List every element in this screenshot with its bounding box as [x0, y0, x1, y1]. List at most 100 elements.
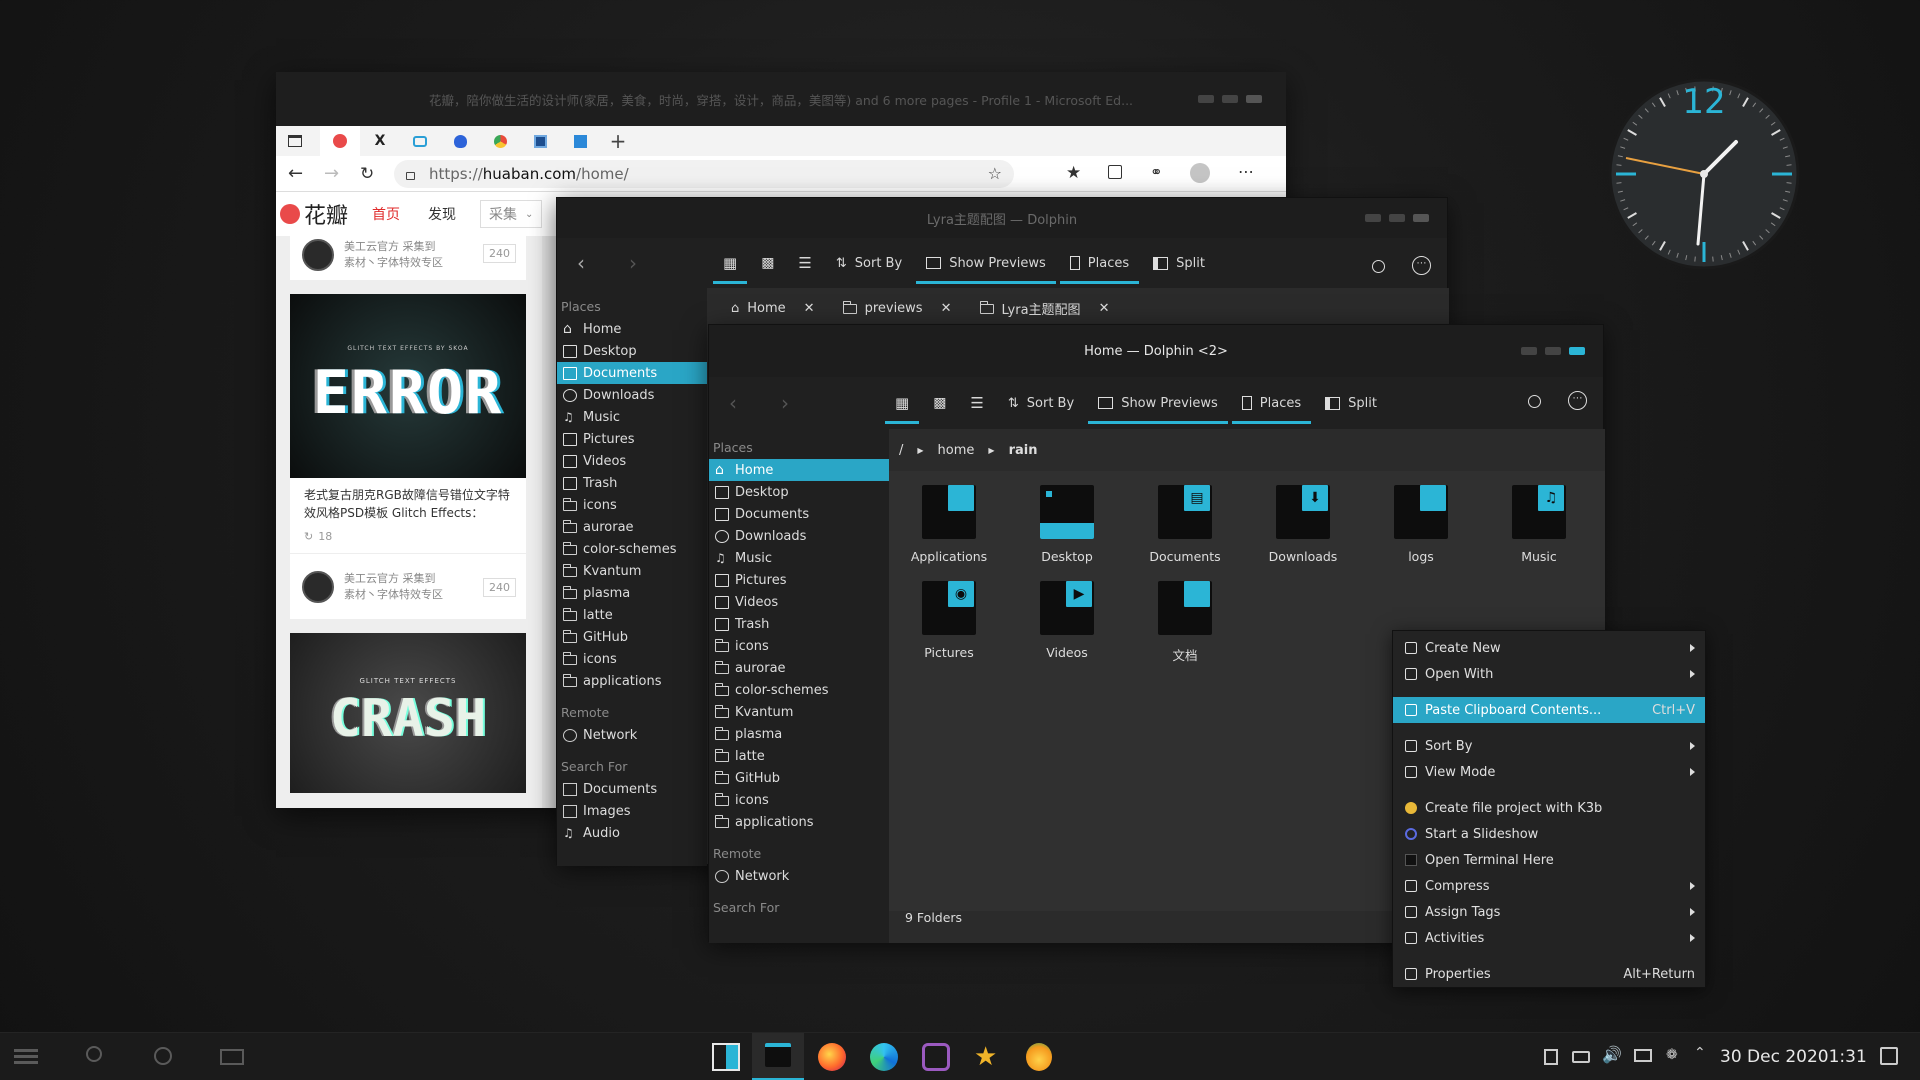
sidebar-item-color-schemes[interactable]: color-schemes [557, 538, 707, 560]
tray-expand-icon[interactable]: ⌃ [1694, 1045, 1706, 1061]
taskbar-app-firefox[interactable] [818, 1043, 846, 1071]
tab-2[interactable]: X [360, 133, 400, 149]
task-view-icon[interactable] [220, 1049, 244, 1065]
show-previews-button[interactable]: Show Previews [916, 246, 1056, 284]
split-button[interactable]: Split [1143, 246, 1215, 280]
tab-actions-icon[interactable] [288, 135, 302, 147]
menu-item-terminal[interactable]: Open Terminal Here [1393, 847, 1705, 873]
network-icon[interactable]: ❁ [1666, 1047, 1678, 1063]
file-item[interactable]: 文档 [1135, 581, 1235, 671]
nav-home[interactable]: 首页 [372, 204, 400, 224]
menu-item-properties[interactable]: Properties Alt+Return [1393, 961, 1705, 987]
app-launcher-icon[interactable] [14, 1049, 38, 1065]
sidebar-item-network[interactable]: Network [557, 724, 707, 746]
sidebar-item-music[interactable]: ♫ Music [557, 406, 707, 428]
menu-item-file-new[interactable]: Create New [1393, 635, 1705, 661]
display-icon[interactable] [1634, 1049, 1652, 1062]
tab-5[interactable] [480, 134, 520, 148]
collections-icon[interactable] [1108, 165, 1122, 179]
sidebar-item-github[interactable]: GitHub [709, 767, 889, 789]
profile-avatar[interactable] [1190, 163, 1210, 183]
sidebar-item-home[interactable]: ⌂ Home [557, 318, 707, 340]
sort-by-button[interactable]: ⇅ Sort By [826, 246, 912, 280]
file-item[interactable]: ♫ Music [1489, 485, 1589, 575]
sidebar-item-kvantum[interactable]: Kvantum [709, 701, 889, 723]
sidebar-item-downloads[interactable]: Downloads [709, 525, 889, 547]
pin-board[interactable]: 素材丶字体特效专区 [344, 255, 443, 271]
close-button[interactable] [1246, 95, 1262, 103]
tab-close-icon[interactable]: ✕ [941, 301, 952, 316]
notifications-icon[interactable] [1880, 1047, 1898, 1065]
sidebar-item-videos[interactable]: Videos [709, 591, 889, 613]
sidebar-item-aurorae[interactable]: aurorae [709, 657, 889, 679]
sidebar-item-desktop[interactable]: Desktop [557, 340, 707, 362]
sidebar-item-network[interactable]: Network [709, 865, 889, 887]
sidebar-item-desktop[interactable]: Desktop [709, 481, 889, 503]
pin-owner-row[interactable]: 美工云官方 采集到 素材丶字体特效专区 240 [290, 236, 526, 280]
favorite-add-icon[interactable]: ☆ [988, 164, 1002, 183]
menu-icon[interactable]: ⋯ [1412, 256, 1431, 275]
more-menu-icon[interactable]: ⋯ [1238, 162, 1254, 181]
pin-image[interactable]: GLITCH TEXT EFFECTS CRASH [290, 633, 526, 793]
sidebar-item-trash[interactable]: Trash [709, 613, 889, 635]
menu-item-activities[interactable]: Activities [1393, 925, 1705, 951]
menu-item-sort[interactable]: Sort By [1393, 733, 1705, 759]
maximize-button[interactable] [1545, 347, 1561, 355]
search-icon[interactable] [1528, 395, 1541, 408]
menu-icon[interactable]: ⋯ [1568, 391, 1587, 410]
taskbar-app-github[interactable] [922, 1043, 950, 1071]
sidebar-item-latte[interactable]: latte [557, 604, 707, 626]
maximize-button[interactable] [1389, 214, 1405, 222]
url-field[interactable]: https://huaban.com/home/ ☆ [394, 159, 1014, 188]
tab-close-icon[interactable]: ✕ [1099, 301, 1110, 316]
tab-huaban[interactable] [320, 126, 360, 156]
tab-7[interactable] [560, 134, 600, 148]
pin-image[interactable]: GLITCH TEXT EFFECTS BY SKOA ERROR [290, 294, 526, 478]
forward-icon[interactable]: › [629, 251, 709, 275]
forward-icon[interactable]: › [781, 391, 881, 415]
menu-item-open-with[interactable]: Open With [1393, 661, 1705, 687]
nav-collect-dropdown[interactable]: 采集 ⌄ [480, 200, 543, 228]
taskbar-app-windows[interactable] [712, 1043, 740, 1071]
places-button[interactable]: Places [1231, 386, 1312, 424]
pin-board[interactable]: 素材丶字体特效专区 [344, 587, 443, 603]
show-previews-button[interactable]: Show Previews [1088, 386, 1228, 424]
sidebar-item-color-schemes[interactable]: color-schemes [709, 679, 889, 701]
icons-view-button[interactable]: ▦ [885, 386, 920, 424]
forward-icon[interactable]: → [324, 163, 360, 184]
extensions-icon[interactable]: ⚭ [1150, 163, 1163, 181]
file-item[interactable]: ⬇ Downloads [1253, 485, 1353, 575]
minimize-button[interactable] [1198, 95, 1214, 103]
details-view-button[interactable]: ☰ [788, 246, 821, 280]
menu-item-slideshow[interactable]: Start a Slideshow [1393, 821, 1705, 847]
file-item[interactable]: ▤ Documents [1135, 485, 1235, 575]
file-item[interactable]: Applications [899, 485, 999, 575]
dolphin1-titlebar[interactable]: Lyra主题配图 — Dolphin [557, 198, 1447, 238]
split-button[interactable]: Split [1315, 386, 1387, 420]
pin-owner-row[interactable]: 美工云官方 采集到 素材丶字体特效专区 240 [290, 553, 526, 619]
favorites-icon[interactable]: ★ [1066, 163, 1081, 183]
search-icon[interactable] [86, 1046, 102, 1062]
nav-discover[interactable]: 发现 [428, 204, 456, 224]
pin-user[interactable]: 美工云官方 采集到 [344, 571, 443, 587]
sidebar-item-latte[interactable]: latte [709, 745, 889, 767]
tab-6[interactable] [520, 134, 560, 148]
file-item[interactable]: ◉ Pictures [899, 581, 999, 671]
maximize-button[interactable] [1222, 95, 1238, 103]
sidebar-item-icons[interactable]: icons [557, 648, 707, 670]
sidebar-item-videos[interactable]: Videos [557, 450, 707, 472]
pin-card[interactable]: GLITCH TEXT EFFECTS CRASH [290, 633, 526, 793]
menu-item-compress[interactable]: Compress [1393, 873, 1705, 899]
sidebar-item-search-audio[interactable]: ♫ Audio [557, 822, 707, 844]
compact-view-button[interactable]: ▩ [923, 386, 956, 420]
breadcrumb-home[interactable]: home [938, 443, 975, 458]
back-icon[interactable]: ‹ [729, 391, 777, 415]
keyboard-icon[interactable] [1572, 1051, 1590, 1063]
refresh-icon[interactable]: ↻ [360, 164, 394, 184]
tab-3[interactable] [400, 135, 440, 147]
menu-item-paste[interactable]: Paste Clipboard Contents... Ctrl+V [1393, 697, 1705, 723]
cortana-icon[interactable] [154, 1047, 172, 1065]
sidebar-item-applications[interactable]: applications [709, 811, 889, 833]
sort-by-button[interactable]: ⇅ Sort By [998, 386, 1084, 420]
avatar[interactable] [302, 239, 334, 271]
